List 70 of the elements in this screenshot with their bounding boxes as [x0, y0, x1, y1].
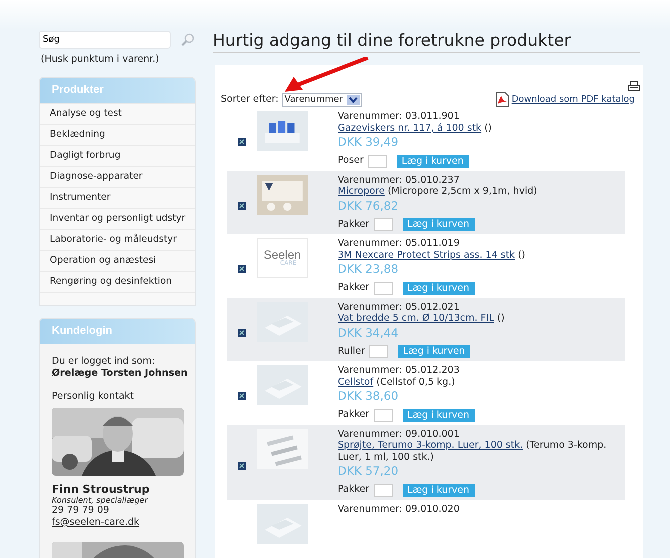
product-link[interactable]: Sprøjte, Terumo 3-komp. Luer, 100 stk. [338, 440, 524, 451]
category-link[interactable]: Diagnose-apparater [40, 166, 195, 187]
panel-header: Kundelogin [40, 319, 195, 344]
category-link[interactable]: Instrumenter [40, 187, 195, 208]
contact-phone: 29 79 79 09 [52, 505, 110, 516]
price: DKK 38,60 [338, 391, 400, 402]
quantity-field[interactable] [374, 484, 393, 496]
category-link[interactable]: Laboratorie- og måleudstyr [40, 229, 195, 250]
product-link[interactable]: Cellstof [338, 376, 374, 388]
price: DKK 23,88 [338, 264, 400, 276]
product-description: Sprøjte, Terumo 3-komp. Luer, 100 stk. (Terumo 3-komp. Luer, 1 ml, 100 stk.) [338, 440, 608, 463]
caret-icon [346, 94, 360, 104]
product-description: Vat bredde 5 cm. Ø 10/13cm. FIL () [338, 313, 506, 324]
unit-label: Pakker [338, 484, 370, 496]
item-number: Varenummer: 05.010.237 [338, 174, 461, 186]
product-link[interactable]: Gazeviskers nr. 117, á 100 stk [338, 122, 482, 134]
print-icon[interactable] [628, 81, 640, 92]
sort-dropdown[interactable]: Varenummer [282, 92, 362, 106]
user-name: Ørelæge Torsten Johnsen [52, 368, 188, 379]
unit-label: Poser [338, 155, 364, 167]
product-description: Micropore (Micropore 2,5cm x 9,1m, hvid) [338, 186, 538, 198]
quantity-field[interactable] [374, 282, 393, 294]
unit-label: Ruller [338, 346, 366, 358]
contact-role: Konsulent, speciallæger [52, 496, 150, 505]
item-number: Varenummer: 09.010.001 [338, 428, 461, 440]
price: DKK 76,82 [338, 200, 400, 212]
remove-icon[interactable] [238, 265, 246, 274]
remove-icon[interactable] [238, 138, 246, 146]
price: DKK 57,20 [338, 466, 400, 478]
search-hint: (Husk punktum i varenr.) [41, 54, 160, 65]
remove-icon[interactable] [238, 328, 246, 337]
quantity-field[interactable] [369, 345, 388, 358]
quantity-field[interactable] [374, 218, 393, 231]
category-link[interactable]: Rengøring og desinfektion [40, 271, 195, 292]
product-description: Cellstof (Cellstof 0,5 kg.) [338, 376, 456, 388]
price: DKK 39,49 [338, 137, 400, 148]
item-number: Varenummer: 09.010.020 [338, 504, 461, 515]
category-link[interactable]: Analyse og test [40, 103, 195, 124]
unit-label: Pakker [338, 282, 370, 294]
category-link[interactable]: Inventar og personligt udstyr [40, 208, 195, 229]
quantity-field[interactable] [374, 408, 393, 422]
category-link[interactable]: Operation og anæstesi [40, 250, 195, 271]
product-description: 3M Nexcare Protect Strips ass. 14 stk () [338, 250, 526, 261]
product-link[interactable]: Micropore [338, 186, 385, 197]
pdf-icon [496, 92, 509, 107]
remove-icon[interactable] [238, 462, 246, 470]
login-label: Du er logget ind som: [52, 356, 156, 367]
contact-heading: Personlig kontakt [52, 391, 136, 402]
item-number: Varenummer: 05.011.019 [338, 238, 461, 250]
remove-icon[interactable] [238, 392, 246, 400]
quantity-field[interactable] [368, 154, 387, 168]
product-description: Gazeviskers nr. 117, á 100 stk () [338, 122, 493, 134]
item-number: Varenummer: 05.012.203 [338, 365, 461, 376]
category-link[interactable]: Beklædning [40, 124, 195, 145]
item-number: Varenummer: 03.011.901 [338, 111, 461, 122]
category-link[interactable]: Dagligt forbrug [40, 145, 195, 166]
panel-header: Produkter [40, 78, 195, 103]
email-link[interactable]: fs@seelen-care.dk [52, 517, 140, 528]
product-link[interactable]: Vat bredde 5 cm. Ø 10/13cm. FIL [338, 313, 494, 324]
pdf-download-link[interactable]: Download som PDF katalog [512, 94, 635, 104]
unit-label: Pakker [338, 218, 370, 230]
item-number: Varenummer: 05.012.021 [338, 302, 461, 313]
product-link[interactable]: 3M Nexcare Protect Strips ass. 14 stk [338, 250, 516, 260]
price: DKK 34,44 [338, 328, 400, 339]
unit-label: Pakker [338, 409, 370, 421]
contact-name: Finn Stroustrup [52, 483, 151, 496]
search-field[interactable]: Søg [39, 31, 171, 49]
sort-label: Sorter efter: [221, 94, 279, 105]
page-title: Hurtig adgang til dine foretrukne produkter [213, 31, 640, 53]
remove-icon[interactable] [238, 202, 246, 210]
